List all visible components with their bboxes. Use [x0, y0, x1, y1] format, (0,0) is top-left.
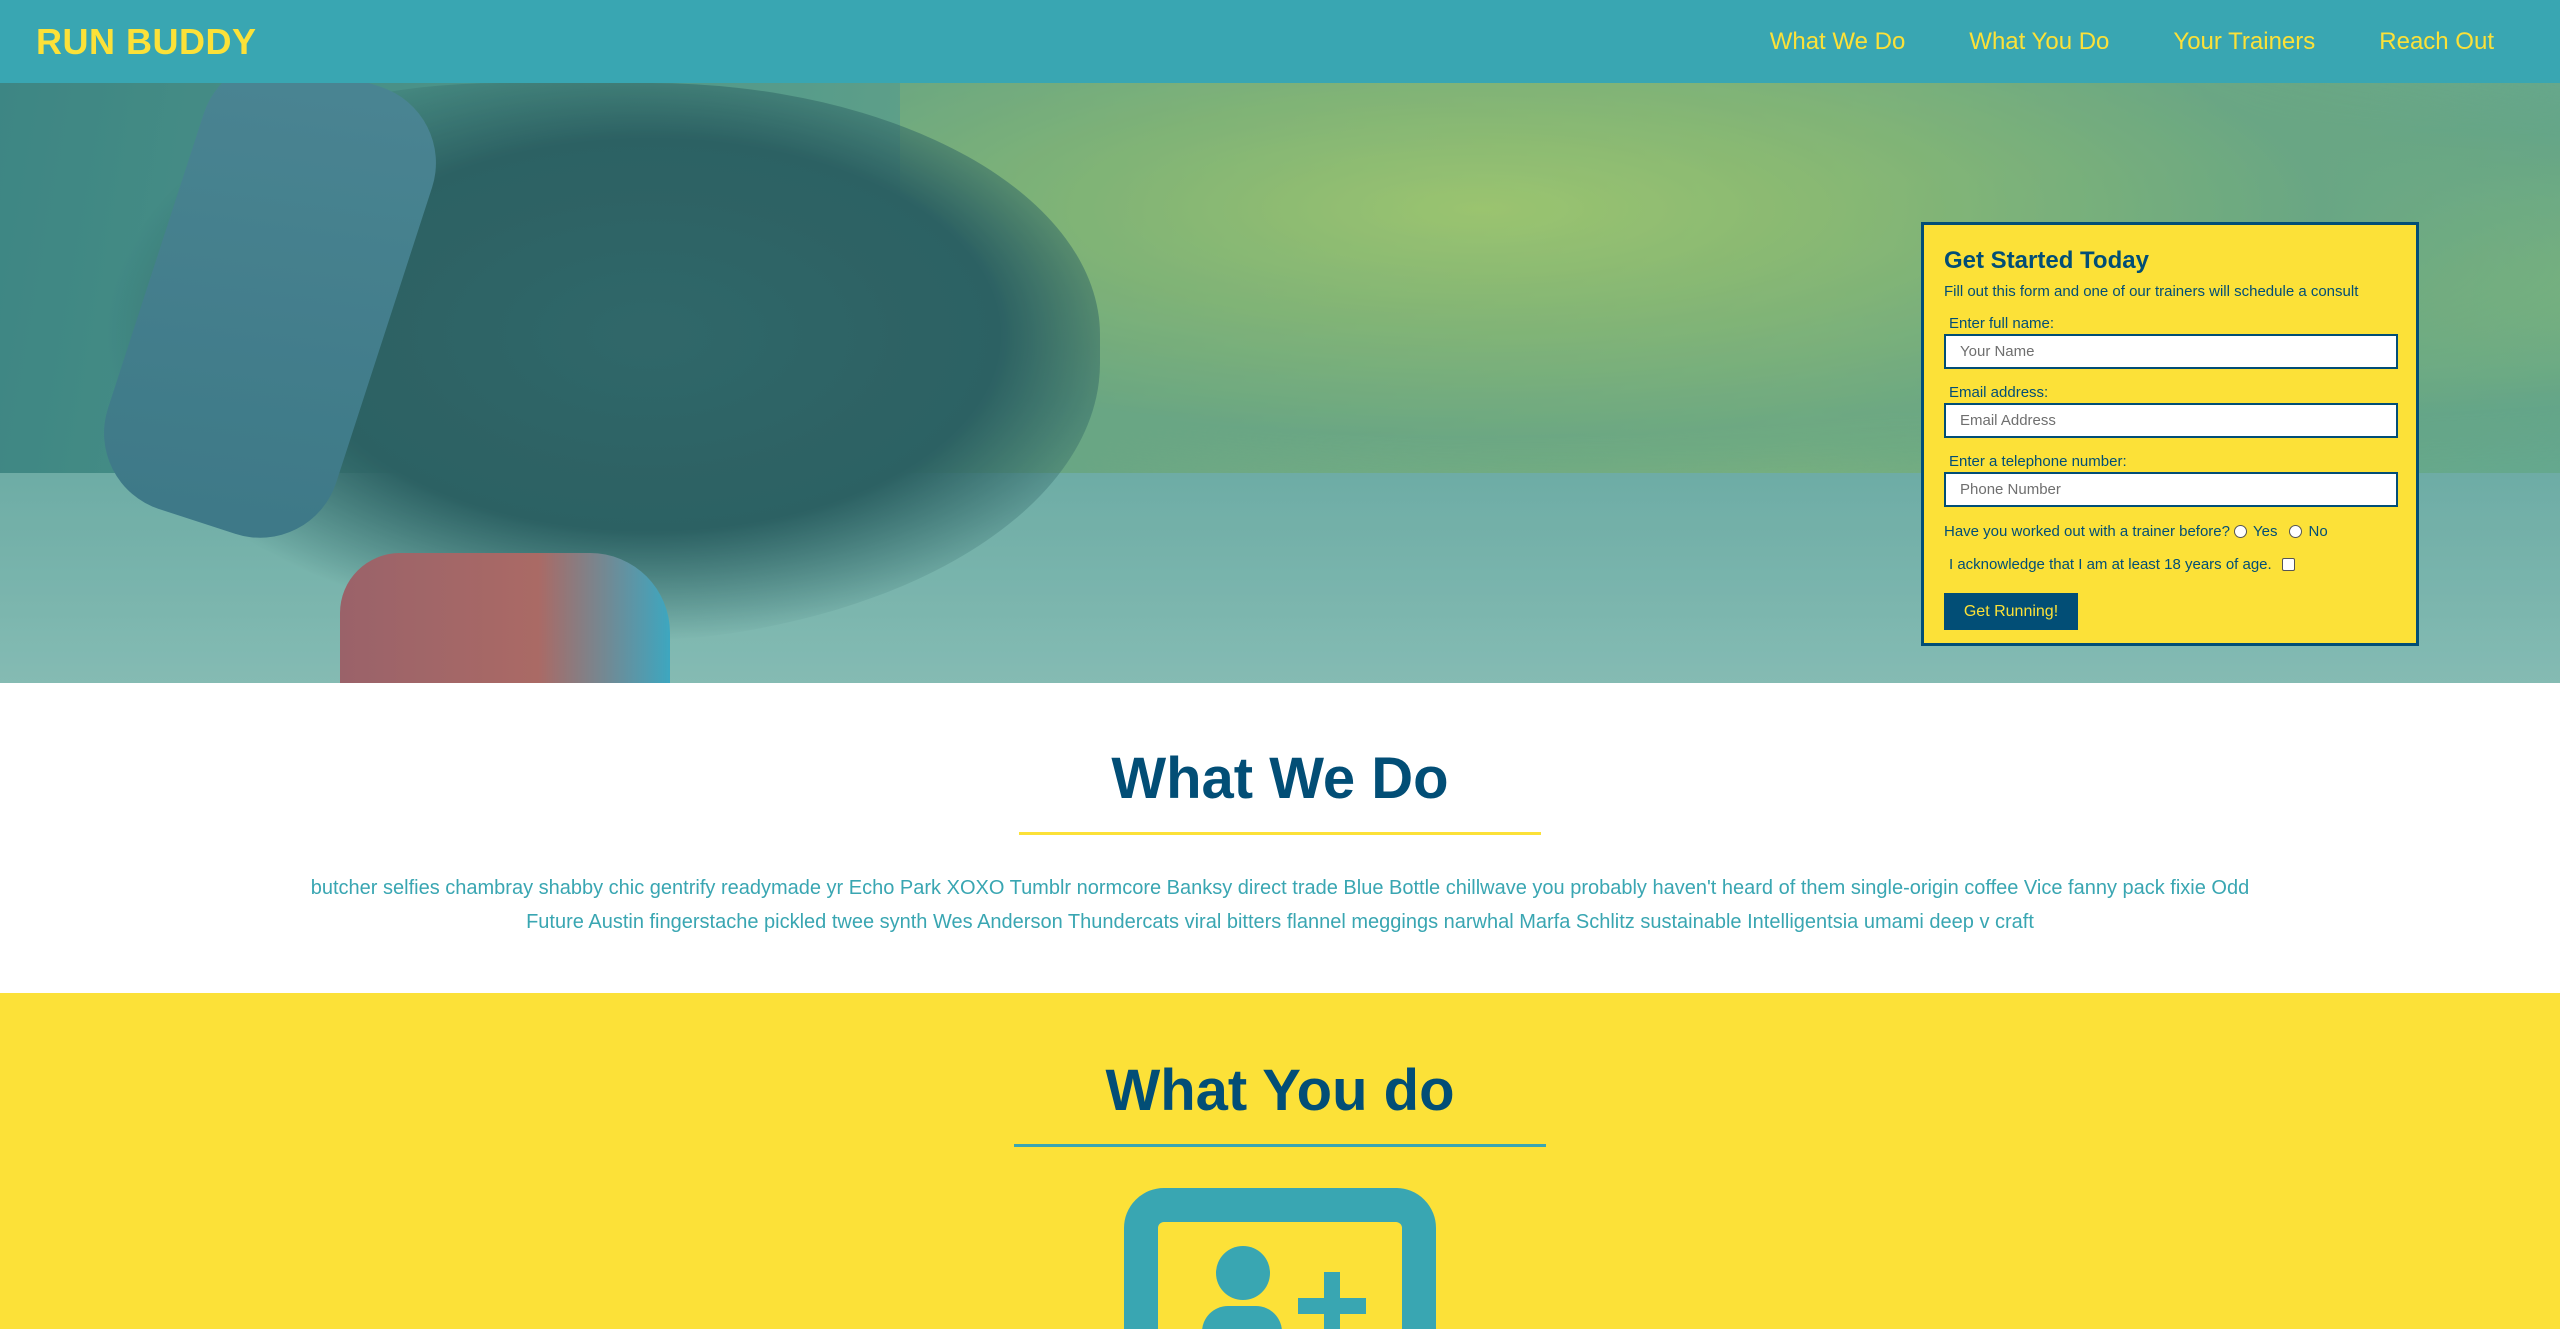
age-ack-label: I acknowledge that I am at least 18 year… — [1949, 556, 2272, 573]
site-logo[interactable]: RUN BUDDY — [36, 21, 257, 63]
phone-input[interactable] — [1944, 472, 2398, 507]
trainer-question-label: Have you worked out with a trainer befor… — [1944, 523, 2230, 540]
what-we-do-section: What We Do butcher selfies chambray shab… — [0, 683, 2560, 993]
trainer-yes-radio[interactable] — [2234, 525, 2247, 538]
trainer-no-label: No — [2308, 523, 2328, 540]
hero-section: Get Started Today Fill out this form and… — [0, 83, 2560, 683]
add-user-icon — [1124, 1188, 1436, 1329]
email-label: Email address: — [1949, 384, 2049, 401]
age-ack-row: I acknowledge that I am at least 18 year… — [1944, 556, 2396, 573]
nav-link-what-you-do[interactable]: What You Do — [1969, 28, 2109, 56]
email-input[interactable] — [1944, 403, 2398, 438]
age-ack-checkbox[interactable] — [2281, 558, 2295, 571]
what-we-do-divider — [1019, 832, 1541, 835]
what-you-do-title: What You do — [1105, 1058, 1455, 1123]
nav-link-your-trainers[interactable]: Your Trainers — [2173, 28, 2315, 56]
trainer-yes-label: Yes — [2253, 523, 2278, 540]
nav-link-what-we-do[interactable]: What We Do — [1770, 28, 1906, 56]
form-subtitle: Fill out this form and one of our traine… — [1944, 283, 2359, 300]
phone-label: Enter a telephone number: — [1949, 453, 2127, 470]
get-running-button[interactable]: Get Running! — [1944, 593, 2078, 630]
add-user-icon-head — [1216, 1246, 1270, 1300]
add-user-icon-plus-horizontal — [1298, 1298, 1366, 1314]
add-user-icon-body — [1202, 1306, 1282, 1329]
what-you-do-divider — [1014, 1144, 1546, 1147]
what-we-do-title: What We Do — [1111, 746, 1449, 811]
nav-link-reach-out[interactable]: Reach Out — [2379, 28, 2494, 56]
trainer-question-row: Have you worked out with a trainer befor… — [1944, 523, 2396, 540]
main-nav: What We Do What You Do Your Trainers Rea… — [1770, 28, 2524, 56]
form-title: Get Started Today — [1944, 247, 2149, 274]
what-you-do-section: What You do — [0, 993, 2560, 1329]
signup-form: Get Started Today Fill out this form and… — [1921, 222, 2419, 646]
what-we-do-text: butcher selfies chambray shabby chic gen… — [310, 877, 2250, 933]
trainer-no-radio[interactable] — [2289, 525, 2303, 538]
name-input[interactable] — [1944, 334, 2398, 369]
name-label: Enter full name: — [1949, 315, 2055, 332]
site-header: RUN BUDDY What We Do What You Do Your Tr… — [0, 0, 2560, 83]
